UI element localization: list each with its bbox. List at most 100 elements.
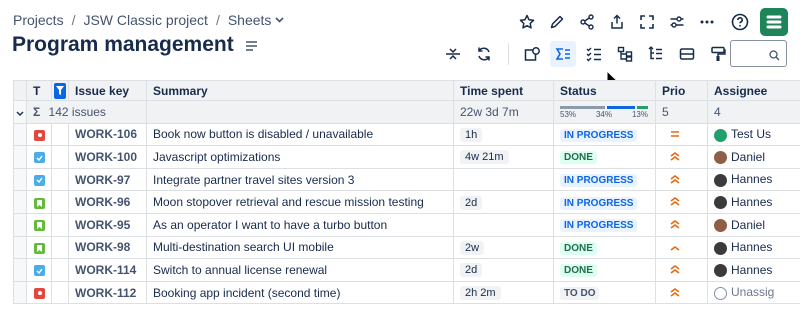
priority-cell[interactable] — [655, 190, 708, 214]
summary-cell[interactable]: Book now button is disabled / unavailabl… — [146, 122, 454, 147]
paint-icon[interactable] — [705, 41, 731, 67]
issue-key[interactable]: WORK-95 — [68, 212, 147, 237]
edit-pencil-icon[interactable] — [542, 8, 571, 36]
table-row[interactable]: WORK-97 Integrate partner travel sites ve… — [13, 167, 800, 192]
status-cell[interactable]: IN PROGRESS — [553, 212, 656, 237]
priority-high-icon — [670, 263, 680, 277]
issue-key[interactable]: WORK-112 — [68, 280, 147, 305]
table-row[interactable]: WORK-98 Multi-destination search UI mobil… — [13, 235, 800, 260]
assignee-cell[interactable]: Daniel — [707, 145, 800, 169]
priority-cell[interactable] — [655, 258, 708, 282]
priority-cell[interactable] — [655, 122, 708, 147]
status-cell[interactable]: DONE — [553, 258, 656, 282]
assignee-cell[interactable]: Daniel — [707, 212, 800, 237]
type-cell[interactable] — [26, 212, 52, 237]
header-assignee[interactable]: Assignee — [707, 80, 800, 101]
assignee-cell[interactable]: Test Us — [707, 122, 800, 147]
assignee-cell[interactable]: Hannes — [707, 258, 800, 282]
table-row[interactable]: WORK-106 Book now button is disabled / un… — [13, 122, 800, 147]
issue-key[interactable]: WORK-100 — [68, 145, 147, 169]
priority-cell[interactable] — [655, 145, 708, 169]
header-type[interactable]: T — [26, 80, 52, 101]
breadcrumb-projects[interactable]: Projects — [13, 12, 64, 28]
summary-cell[interactable]: As an operator I want to have a turbo bu… — [146, 212, 454, 237]
table-row[interactable]: WORK-100 Javascript optimizations 4w 21m DO… — [13, 145, 800, 169]
checklist-icon[interactable] — [581, 41, 607, 67]
status-lozenge: IN PROGRESS — [560, 219, 638, 233]
header-status[interactable]: Status — [553, 80, 656, 101]
chevron-down-icon[interactable] — [275, 15, 284, 26]
help-icon[interactable] — [725, 8, 754, 36]
time-spent-cell[interactable]: 2d — [453, 190, 554, 214]
type-cell[interactable] — [26, 145, 52, 169]
summary-cell[interactable]: Moon stopover retrieval and rescue missi… — [146, 190, 454, 214]
fullscreen-icon[interactable] — [632, 8, 661, 36]
status-cell[interactable]: DONE — [553, 235, 656, 260]
refresh-icon[interactable] — [471, 41, 497, 67]
chevron-down-icon[interactable] — [13, 100, 27, 124]
time-spent-cell[interactable]: 2d — [453, 258, 554, 282]
share-icon[interactable] — [572, 8, 601, 36]
type-cell[interactable] — [26, 258, 52, 282]
priority-cell[interactable] — [655, 280, 708, 305]
time-spent-cell[interactable]: 4w 21m — [453, 145, 554, 169]
time-spent-cell[interactable] — [453, 212, 554, 237]
issue-key[interactable]: WORK-96 — [68, 190, 147, 214]
settings-sliders-icon[interactable] — [662, 8, 691, 36]
summary-cell[interactable]: Javascript optimizations — [146, 145, 454, 169]
sum-icon[interactable] — [550, 41, 576, 67]
time-spent-cell[interactable]: 2w — [453, 235, 554, 260]
type-cell[interactable] — [26, 122, 52, 147]
more-icon[interactable] — [692, 8, 721, 36]
priority-cell[interactable] — [655, 167, 708, 192]
title-menu-icon[interactable] — [245, 33, 258, 57]
filter-icon[interactable] — [51, 80, 69, 101]
summary-time-spent: 22w 3d 7m — [453, 100, 554, 124]
time-spent-cell[interactable] — [453, 167, 554, 192]
table-row[interactable]: WORK-96 Moon stopover retrieval and rescu… — [13, 190, 800, 214]
avatar — [714, 264, 727, 278]
assignee-cell[interactable]: Hannes — [707, 235, 800, 260]
issue-key[interactable]: WORK-114 — [68, 258, 147, 282]
type-cell[interactable] — [26, 190, 52, 214]
table-row[interactable]: WORK-114 Switch to annual license renewal… — [13, 258, 800, 282]
type-cell[interactable] — [26, 167, 52, 192]
status-cell[interactable]: DONE — [553, 145, 656, 169]
assignee-cell[interactable]: Unassig — [707, 280, 800, 305]
breadcrumb-project[interactable]: JSW Classic project — [83, 12, 207, 28]
table-row[interactable]: WORK-112 Booking app incident (second tim… — [13, 280, 800, 305]
summary-cell[interactable]: Booking app incident (second time) — [146, 280, 454, 305]
status-cell[interactable]: IN PROGRESS — [553, 190, 656, 214]
issue-key[interactable]: WORK-98 — [68, 235, 147, 260]
tree-icon[interactable] — [643, 41, 669, 67]
priority-cell[interactable] — [655, 212, 708, 237]
status-cell[interactable]: TO DO — [553, 280, 656, 305]
time-spent-cell[interactable]: 1h — [453, 122, 554, 147]
collapse-rows-icon[interactable] — [440, 41, 466, 67]
breadcrumb-sheets[interactable]: Sheets — [228, 12, 272, 28]
summary-cell[interactable]: Switch to annual license renewal — [146, 258, 454, 282]
status-cell[interactable]: IN PROGRESS — [553, 122, 656, 147]
hierarchy-icon[interactable] — [612, 41, 638, 67]
priority-cell[interactable] — [655, 235, 708, 260]
summary-cell[interactable]: Multi-destination search UI mobile — [146, 235, 454, 260]
header-priority[interactable]: Prio — [655, 80, 708, 101]
header-time-spent[interactable]: Time spent — [453, 80, 554, 101]
summary-cell[interactable]: Integrate partner travel sites version 3 — [146, 167, 454, 192]
status-cell[interactable]: IN PROGRESS — [553, 167, 656, 192]
assignee-cell[interactable]: Hannes — [707, 167, 800, 192]
export-icon[interactable] — [602, 8, 631, 36]
table-row[interactable]: WORK-95 As an operator I want to have a t… — [13, 212, 800, 237]
type-cell[interactable] — [26, 280, 52, 305]
time-spent-cell[interactable]: 2h 2m — [453, 280, 554, 305]
rows-icon[interactable] — [674, 41, 700, 67]
header-issue-key[interactable]: Issue key — [68, 80, 147, 101]
assignee-cell[interactable]: Hannes — [707, 190, 800, 214]
search-input[interactable] — [730, 40, 787, 67]
issue-key[interactable]: WORK-97 — [68, 167, 147, 192]
issue-key[interactable]: WORK-106 — [68, 122, 147, 147]
type-cell[interactable] — [26, 235, 52, 260]
star-icon[interactable] — [512, 8, 541, 36]
group-icon[interactable] — [519, 41, 545, 67]
header-summary[interactable]: Summary — [146, 80, 454, 101]
